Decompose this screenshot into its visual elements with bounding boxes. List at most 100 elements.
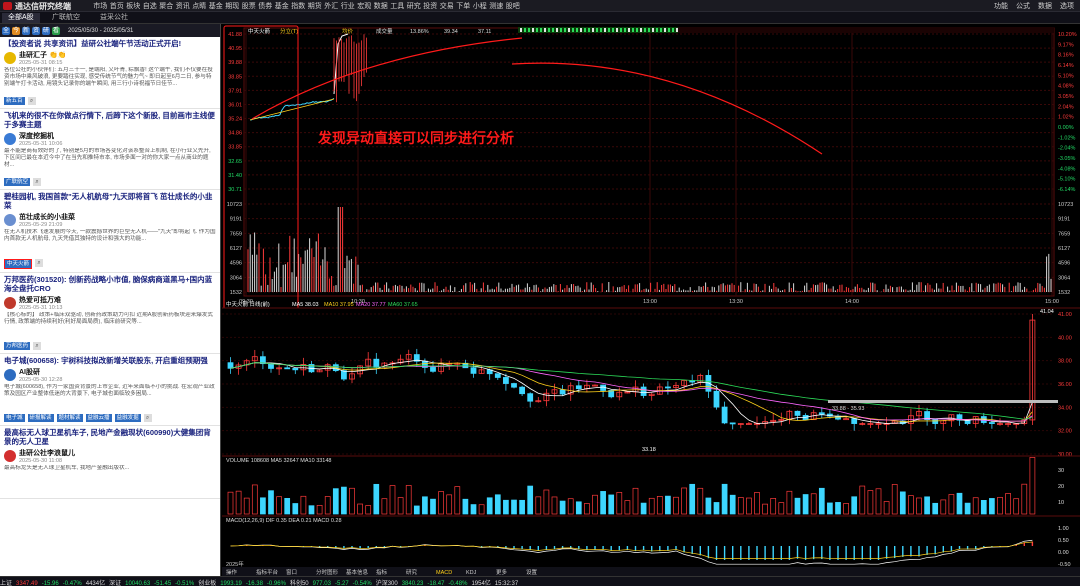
stock-tag[interactable]: 研报解读 xyxy=(27,414,54,422)
search-icon[interactable]: ⌕ xyxy=(27,97,36,105)
menu-item[interactable]: 投资 xyxy=(422,1,439,11)
author-name[interactable]: 韭研汇子 👏👏 xyxy=(19,50,66,60)
stock-tag[interactable]: 中天火箭 xyxy=(4,259,33,269)
window-control[interactable]: 功能 xyxy=(994,1,1008,11)
tab-all-a-shares[interactable]: 全部A股 xyxy=(2,13,40,23)
news-card[interactable]: 【投资者说 共享资讯】益研公社端午节活动正式开启! 韭研汇子 👏👏 2025-05-… xyxy=(0,37,220,109)
menu-item[interactable]: 宏观 xyxy=(356,1,373,11)
author-name[interactable]: 热爱可抵万难 xyxy=(19,295,62,305)
menu-item[interactable]: 基金 xyxy=(274,1,291,11)
intraday-bg xyxy=(222,24,1080,307)
filter-chip[interactable]: 今 xyxy=(12,26,20,35)
news-title[interactable]: 碧桂园机, 我国首款"无人机航母"九天即将首飞 茁壮成长的小韭菜 xyxy=(4,192,216,210)
filter-chip[interactable]: 研 xyxy=(42,26,50,35)
candle-body xyxy=(494,373,501,378)
stock-tag[interactable]: 万邦医药 xyxy=(4,342,31,350)
search-icon[interactable]: ⌕ xyxy=(33,178,42,186)
time-tick: 15:00 xyxy=(1045,299,1059,305)
date-range[interactable]: 2025/05/30 - 2025/05/31 xyxy=(68,28,133,34)
bottom-tab[interactable]: 研究 xyxy=(406,568,418,576)
stock-tag[interactable]: 益融发掘 xyxy=(114,414,141,422)
bottom-tab[interactable]: 操作 xyxy=(226,568,238,576)
menu-item[interactable]: 工具 xyxy=(389,1,406,11)
news-title[interactable]: 【投资者说 共享资讯】益研公社端午节活动正式开启! xyxy=(4,39,216,48)
news-title[interactable]: 万邦医药(301520): 创新药战略小市值, 脑保病商道黑马+国内蓝海全盘托C… xyxy=(4,275,216,293)
menu-item[interactable]: 资讯 xyxy=(175,1,192,11)
author-name[interactable]: AI股研 xyxy=(19,367,62,377)
filter-chip[interactable]: 全 xyxy=(2,26,10,35)
filter-chip[interactable]: 看 xyxy=(52,26,60,35)
author-name[interactable]: 茁壮成长的小韭菜 xyxy=(19,212,75,222)
bottom-tab[interactable]: 窗口 xyxy=(286,568,297,576)
window-control[interactable]: 数据 xyxy=(1038,1,1052,11)
indicator-tick xyxy=(660,28,662,32)
menu-item[interactable]: 研究 xyxy=(406,1,423,11)
search-icon[interactable]: ⌕ xyxy=(143,414,152,422)
indicator-tick xyxy=(644,28,646,32)
menu-item[interactable]: 基金 xyxy=(208,1,225,11)
volume-bar xyxy=(794,497,801,515)
tab-yicai[interactable]: 益采公社 xyxy=(94,13,134,23)
tab-guanglian[interactable]: 广联航空 xyxy=(46,13,86,23)
volume-tick: 10723 xyxy=(1058,202,1073,208)
menu-item[interactable]: 聚合 xyxy=(158,1,175,11)
avatar[interactable] xyxy=(4,52,16,64)
stock-charts[interactable]: 41.88 40.95 39.88 38.85 37.91 36.01 35.24 34.86… xyxy=(31,24,1080,576)
news-title[interactable]: 飞机来的很不在你做点行情下, 后蹄下这个新股, 目前画市主线便于多赛主题 xyxy=(4,111,216,129)
menu-item[interactable]: 数据 xyxy=(373,1,390,11)
bottom-tab[interactable]: 设置 xyxy=(526,568,538,576)
menu-item[interactable]: 股吧 xyxy=(505,1,522,11)
stock-tag[interactable]: 题材解读 xyxy=(56,414,83,422)
window-control[interactable]: 公式 xyxy=(1016,1,1030,11)
menu-item[interactable]: 点睛 xyxy=(191,1,208,11)
menu-item[interactable]: 板块 xyxy=(125,1,142,11)
menu-item[interactable]: 期货 xyxy=(307,1,324,11)
search-icon[interactable]: ⌕ xyxy=(35,259,44,267)
menu-item[interactable]: 下单 xyxy=(455,1,472,11)
menu-item[interactable]: 市场 xyxy=(92,1,109,11)
news-card[interactable]: 万邦医药(301520): 创新药战略小市值, 脑保病商道黑马+国内蓝海全盘托C… xyxy=(0,273,220,354)
menu-item[interactable]: 外汇 xyxy=(323,1,340,11)
menu-item[interactable]: 自选 xyxy=(142,1,159,11)
author-name[interactable]: 深度挖掘机 xyxy=(19,131,62,141)
filter-chip[interactable]: 新 xyxy=(22,26,30,35)
news-card[interactable]: 碧桂园机, 我国首款"无人机航母"九天即将首飞 茁壮成长的小韭菜茁壮成长的小韭菜… xyxy=(0,190,220,273)
menu-item[interactable]: 小程 xyxy=(472,1,489,11)
menu-item[interactable]: 股票 xyxy=(241,1,258,11)
avatar[interactable] xyxy=(4,450,16,462)
avatar[interactable] xyxy=(4,297,16,309)
news-card[interactable]: 最高标无人球卫星机车子, 民地产金融现状(600990)大健集团背景的无人卫星韭… xyxy=(0,426,220,499)
stock-tag[interactable]: 电子城 xyxy=(4,414,25,422)
menu-item[interactable]: 债券 xyxy=(257,1,274,11)
menu-item[interactable]: 期现 xyxy=(224,1,241,11)
bottom-tab[interactable]: 基本信息 xyxy=(346,568,369,576)
news-title[interactable]: 最高标无人球卫星机车子, 民地产金融现状(600990)大健集团背景的无人卫星 xyxy=(4,428,216,446)
menu-item[interactable]: 交易 xyxy=(439,1,456,11)
stock-tag[interactable]: 广联航空 xyxy=(4,178,31,186)
price-tick-right: 1.02% xyxy=(1058,115,1074,121)
bottom-tab[interactable]: 指标 xyxy=(376,568,388,576)
stock-tag[interactable]: 新五百 xyxy=(4,97,25,105)
stock-tag[interactable]: 益融云播 xyxy=(85,414,112,422)
menu-item[interactable]: 行业 xyxy=(340,1,357,11)
bottom-tab[interactable]: 分时图形 xyxy=(316,568,339,576)
index-quote: 深证 xyxy=(109,581,122,586)
search-icon[interactable]: ⌕ xyxy=(33,342,42,350)
menu-item[interactable]: 指数 xyxy=(290,1,307,11)
author-name[interactable]: 韭研公社李浪鼠儿 xyxy=(19,448,75,458)
post-time: 2025-05-29 21:09 xyxy=(19,222,63,228)
window-control[interactable]: 选项 xyxy=(1060,1,1074,11)
avatar[interactable] xyxy=(4,369,16,381)
news-card[interactable]: 飞机来的很不在你做点行情下, 后蹄下这个新股, 目前画市主线便于多赛主题深度挖掘… xyxy=(0,109,220,190)
news-card[interactable]: 电子城(600658): 宇树科技拟改新增关联股东, 开启重组预期强 AI股研 20… xyxy=(0,354,220,426)
menu-item[interactable]: 首页 xyxy=(109,1,126,11)
ma-legend: MA20 37.77 xyxy=(356,302,386,308)
bottom-tab[interactable]: 更多 xyxy=(496,568,508,576)
bottom-tab[interactable]: 指标平台 xyxy=(256,568,279,576)
avatar[interactable] xyxy=(4,133,16,145)
indicator-tick xyxy=(548,28,550,32)
news-title[interactable]: 电子城(600658): 宇树科技拟改新增关联股东, 开启重组预期强 xyxy=(4,356,216,365)
avatar[interactable] xyxy=(4,214,16,226)
filter-chip[interactable]: 资 xyxy=(32,26,40,35)
menu-item[interactable]: 测速 xyxy=(488,1,505,11)
